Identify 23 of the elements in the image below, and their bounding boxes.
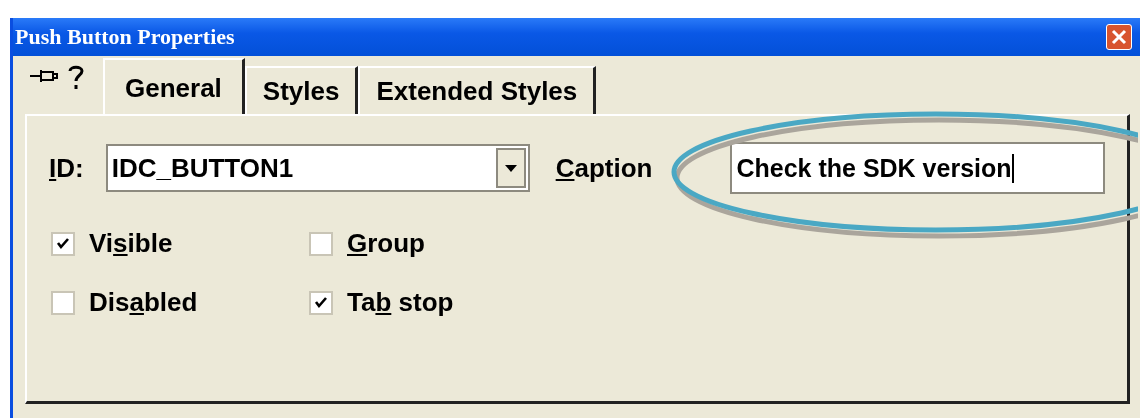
tab[interactable]: Extended Styles <box>358 66 597 114</box>
caption-input-field[interactable]: Check the SDK version <box>730 142 1106 194</box>
checkbox-label: Visible <box>89 228 173 259</box>
checkbox-label: Tab stop <box>347 287 454 318</box>
id-combo-box[interactable]: IDC_BUTTON1 <box>105 144 530 192</box>
checkbox-label: Group <box>347 228 425 259</box>
window-title: Push Button Properties <box>15 24 235 50</box>
dropdown-button[interactable] <box>495 148 526 188</box>
id-label: ID: <box>49 152 84 184</box>
help-icon[interactable] <box>67 64 85 92</box>
tab[interactable]: Styles <box>244 66 359 114</box>
caption-label: Caption <box>555 152 653 184</box>
checkbox-label: Disabled <box>89 287 198 318</box>
check-icon <box>56 236 70 251</box>
checkbox[interactable] <box>51 231 75 256</box>
checkbox[interactable] <box>51 290 75 315</box>
check-icon <box>314 295 328 310</box>
close-button[interactable] <box>1106 24 1132 50</box>
id-value: IDC_BUTTON1 <box>110 152 294 184</box>
tab[interactable]: General <box>103 58 245 114</box>
checkbox[interactable] <box>309 231 333 256</box>
caret-icon <box>504 164 517 172</box>
checkbox[interactable] <box>309 290 333 315</box>
